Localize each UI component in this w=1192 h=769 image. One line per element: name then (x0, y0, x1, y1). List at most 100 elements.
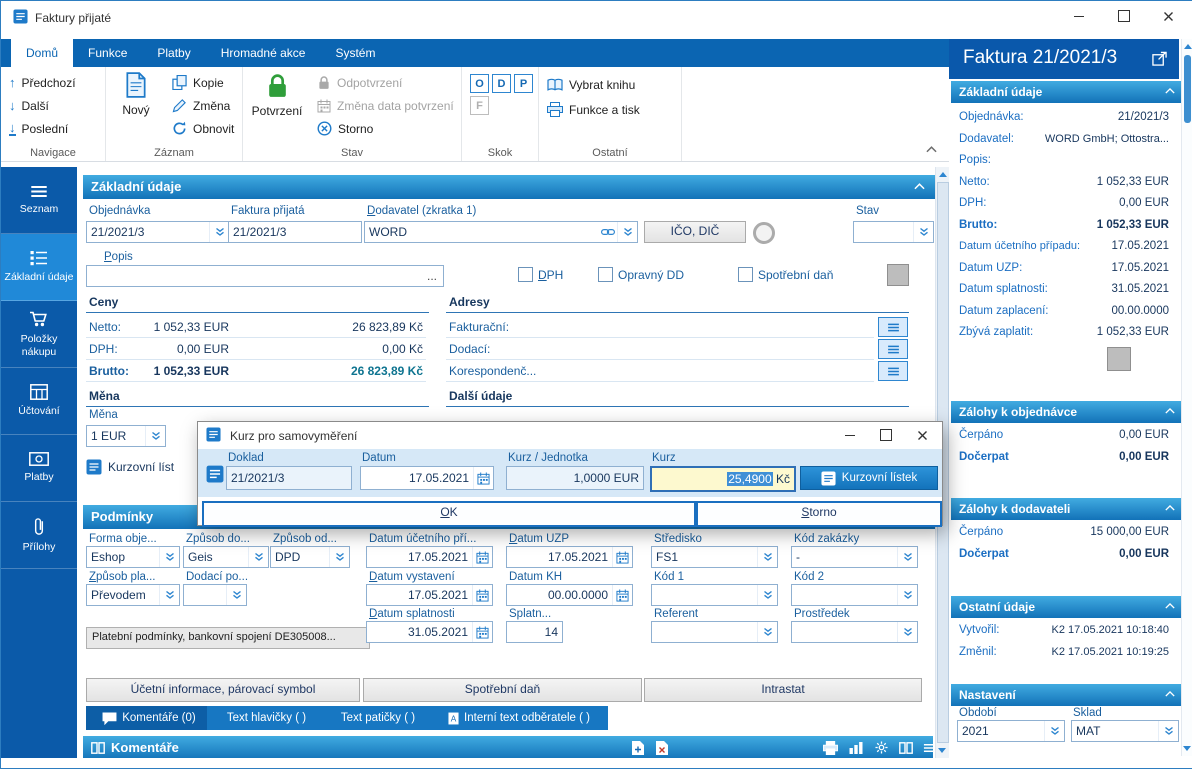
chevron-down-icon[interactable] (757, 622, 777, 642)
select-book-button[interactable]: Vybrat knihu (539, 73, 681, 96)
maximize-icon[interactable] (868, 422, 904, 448)
last-button[interactable]: ↓Poslední (1, 117, 105, 140)
edit-button[interactable]: Změna (164, 94, 242, 117)
zpusob-platby-combo[interactable]: Převodem (86, 584, 180, 606)
stredisko-combo[interactable]: FS1 (651, 546, 778, 568)
open-in-window-icon[interactable] (1152, 51, 1167, 66)
document-delete-icon[interactable] (655, 740, 669, 756)
datum-ucetniho-field[interactable]: 17.05.2021 (366, 546, 493, 568)
kod-zakazky-combo[interactable]: - (791, 546, 918, 568)
jump-f-button[interactable]: F (470, 96, 489, 115)
calendar-icon[interactable] (472, 547, 492, 567)
dodavatel-combo[interactable]: WORD (364, 221, 638, 243)
sklad-combo[interactable]: MAT (1071, 720, 1179, 742)
confirm-button[interactable]: Potvrzení (247, 72, 307, 118)
collapse-icon[interactable] (914, 183, 925, 190)
tab-domu[interactable]: Domů (11, 39, 73, 67)
mena-combo[interactable]: 1 EUR (86, 425, 166, 447)
sidebar-item-prilohy[interactable]: Přílohy (1, 502, 77, 569)
tab-text-paticky[interactable]: Text patičky ( ) (321, 706, 435, 730)
forma-objednavky-combo[interactable]: Eshop (86, 546, 180, 568)
scroll-down-icon[interactable] (938, 748, 946, 753)
chevron-down-icon[interactable] (617, 222, 637, 242)
address-menu-icon[interactable] (878, 317, 908, 337)
scroll-up-icon[interactable] (1184, 44, 1192, 49)
scroll-up-icon[interactable] (939, 172, 947, 177)
prostredek-combo[interactable] (791, 621, 918, 643)
collapse-icon[interactable] (1165, 505, 1175, 511)
ucetni-informace-button[interactable]: Účetní informace, párovací symbol (86, 678, 360, 702)
columns-icon[interactable] (899, 742, 913, 754)
chevron-down-icon[interactable] (248, 547, 268, 567)
ok-button[interactable]: OK (202, 501, 696, 527)
minimize-icon[interactable] (1056, 1, 1101, 31)
panel-scrollbar[interactable] (1181, 39, 1192, 756)
obdobi-combo[interactable]: 2021 (957, 720, 1065, 742)
address-menu-icon[interactable] (878, 361, 908, 381)
storno-button[interactable]: Storno (696, 501, 942, 527)
chevron-down-icon[interactable] (159, 547, 179, 567)
zpusob-odberu-combo[interactable]: DPD (270, 546, 350, 568)
zpusob-dopravy-combo[interactable]: Geis (183, 546, 269, 568)
chevron-down-icon[interactable] (897, 547, 917, 567)
link-icon[interactable] (598, 222, 617, 242)
sidebar-item-zakladni-udaje[interactable]: Základní údaje (1, 234, 77, 301)
dph-checkbox[interactable]: DPH (518, 267, 563, 282)
address-menu-icon[interactable] (878, 339, 908, 359)
datum-field[interactable]: 17.05.2021 (360, 466, 494, 490)
chevron-down-icon[interactable] (1044, 721, 1064, 741)
next-button[interactable]: ↓Další (1, 94, 105, 117)
jump-o-button[interactable]: O (470, 74, 489, 93)
menu-lines-icon[interactable] (923, 743, 935, 753)
kod2-combo[interactable] (791, 584, 918, 606)
sidebar-item-seznam[interactable]: Seznam (1, 167, 77, 234)
calendar-icon[interactable] (612, 547, 632, 567)
section-header-komentare[interactable]: Komentáře (83, 736, 933, 758)
chevron-down-icon[interactable] (897, 622, 917, 642)
panel-section-ostatni-udaje[interactable]: Ostatní údaje (951, 596, 1185, 618)
functions-print-button[interactable]: Funkce a tisk (539, 98, 681, 121)
chevron-down-icon[interactable] (209, 222, 229, 242)
calendar-icon[interactable] (472, 622, 492, 642)
collapse-icon[interactable] (1165, 408, 1175, 414)
sidebar-item-uctovani[interactable]: Účtování (1, 368, 77, 435)
chevron-down-icon[interactable] (226, 585, 246, 605)
chevron-down-icon[interactable] (897, 585, 917, 605)
tab-system[interactable]: Systém (320, 39, 390, 67)
panel-section-zalohy-dodavateli[interactable]: Zálohy k dodavateli (951, 498, 1185, 520)
jump-d-button[interactable]: D (492, 74, 511, 93)
collapse-icon[interactable] (1165, 691, 1175, 697)
chevron-down-icon[interactable] (757, 585, 777, 605)
gear-icon[interactable] (875, 741, 888, 754)
opravny-dd-checkbox[interactable]: Opravný DD (598, 267, 684, 282)
intrastat-button[interactable]: Intrastat (644, 678, 922, 702)
tab-interni-text[interactable]: Interní text odběratele ( ) (430, 706, 608, 730)
maximize-icon[interactable] (1101, 1, 1146, 31)
sidebar-item-polozky-nakupu[interactable]: Položky nákupu (1, 301, 77, 368)
chevron-down-icon[interactable] (1158, 721, 1178, 741)
calendar-icon[interactable] (472, 585, 492, 605)
document-add-icon[interactable] (631, 740, 645, 756)
chevron-down-icon[interactable] (159, 585, 179, 605)
bar-chart-icon[interactable] (849, 742, 863, 754)
scroll-down-icon[interactable] (1183, 746, 1191, 751)
spotrebni-dan-button[interactable]: Spotřební daň (363, 678, 642, 702)
jump-p-button[interactable]: P (514, 74, 533, 93)
chevron-down-icon[interactable] (145, 426, 165, 446)
datum-splatnosti-field[interactable]: 31.05.2021 (366, 621, 493, 643)
platebni-podminky-box[interactable]: Platební podmínky, bankovní spojení DE30… (86, 627, 370, 649)
collapse-icon[interactable] (1165, 603, 1175, 609)
minimize-icon[interactable] (832, 422, 868, 448)
tab-komentare[interactable]: Komentáře (0) (86, 706, 212, 730)
kurzovni-listek-button[interactable]: Kurzovní líst (86, 459, 174, 475)
close-icon[interactable] (1146, 1, 1191, 31)
scrollbar-thumb[interactable] (1184, 55, 1191, 123)
kurzovni-listek-button[interactable]: Kurzovní lístek (800, 466, 938, 490)
tab-platby[interactable]: Platby (142, 39, 205, 67)
storno-button[interactable]: Storno (309, 117, 462, 140)
chevron-down-icon[interactable] (329, 547, 349, 567)
close-icon[interactable] (904, 422, 940, 448)
chevron-down-icon[interactable] (913, 222, 933, 242)
new-button[interactable]: Nový (110, 72, 162, 117)
chevron-down-icon[interactable] (757, 547, 777, 567)
